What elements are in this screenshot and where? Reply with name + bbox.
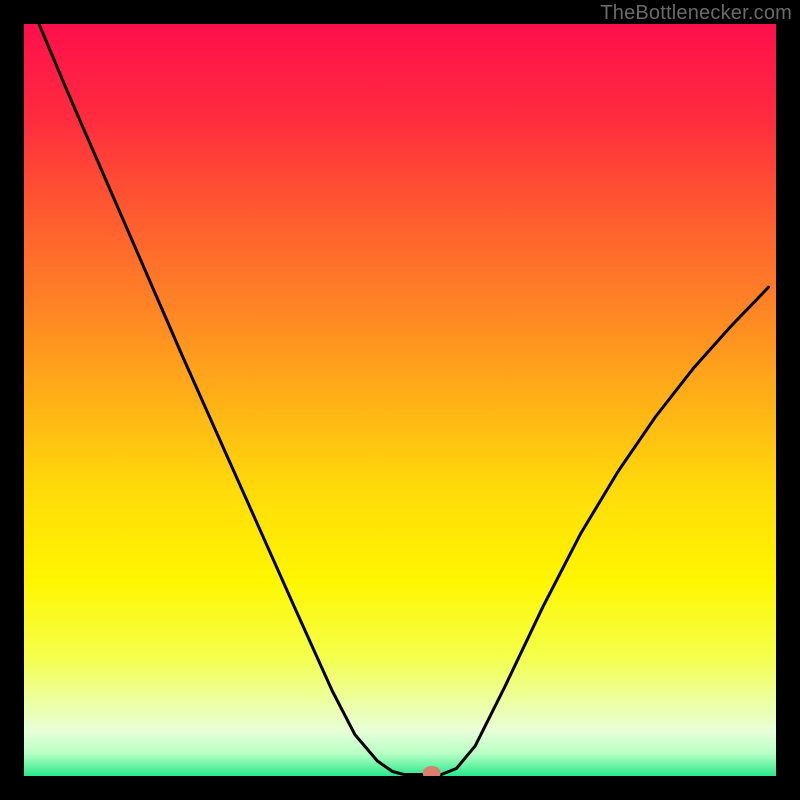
chart-frame [24, 24, 776, 776]
bottleneck-chart [24, 24, 776, 776]
watermark-text: TheBottlenecker.com [600, 2, 792, 25]
chart-stage: TheBottlenecker.com [0, 0, 800, 800]
gradient-background [24, 24, 776, 776]
